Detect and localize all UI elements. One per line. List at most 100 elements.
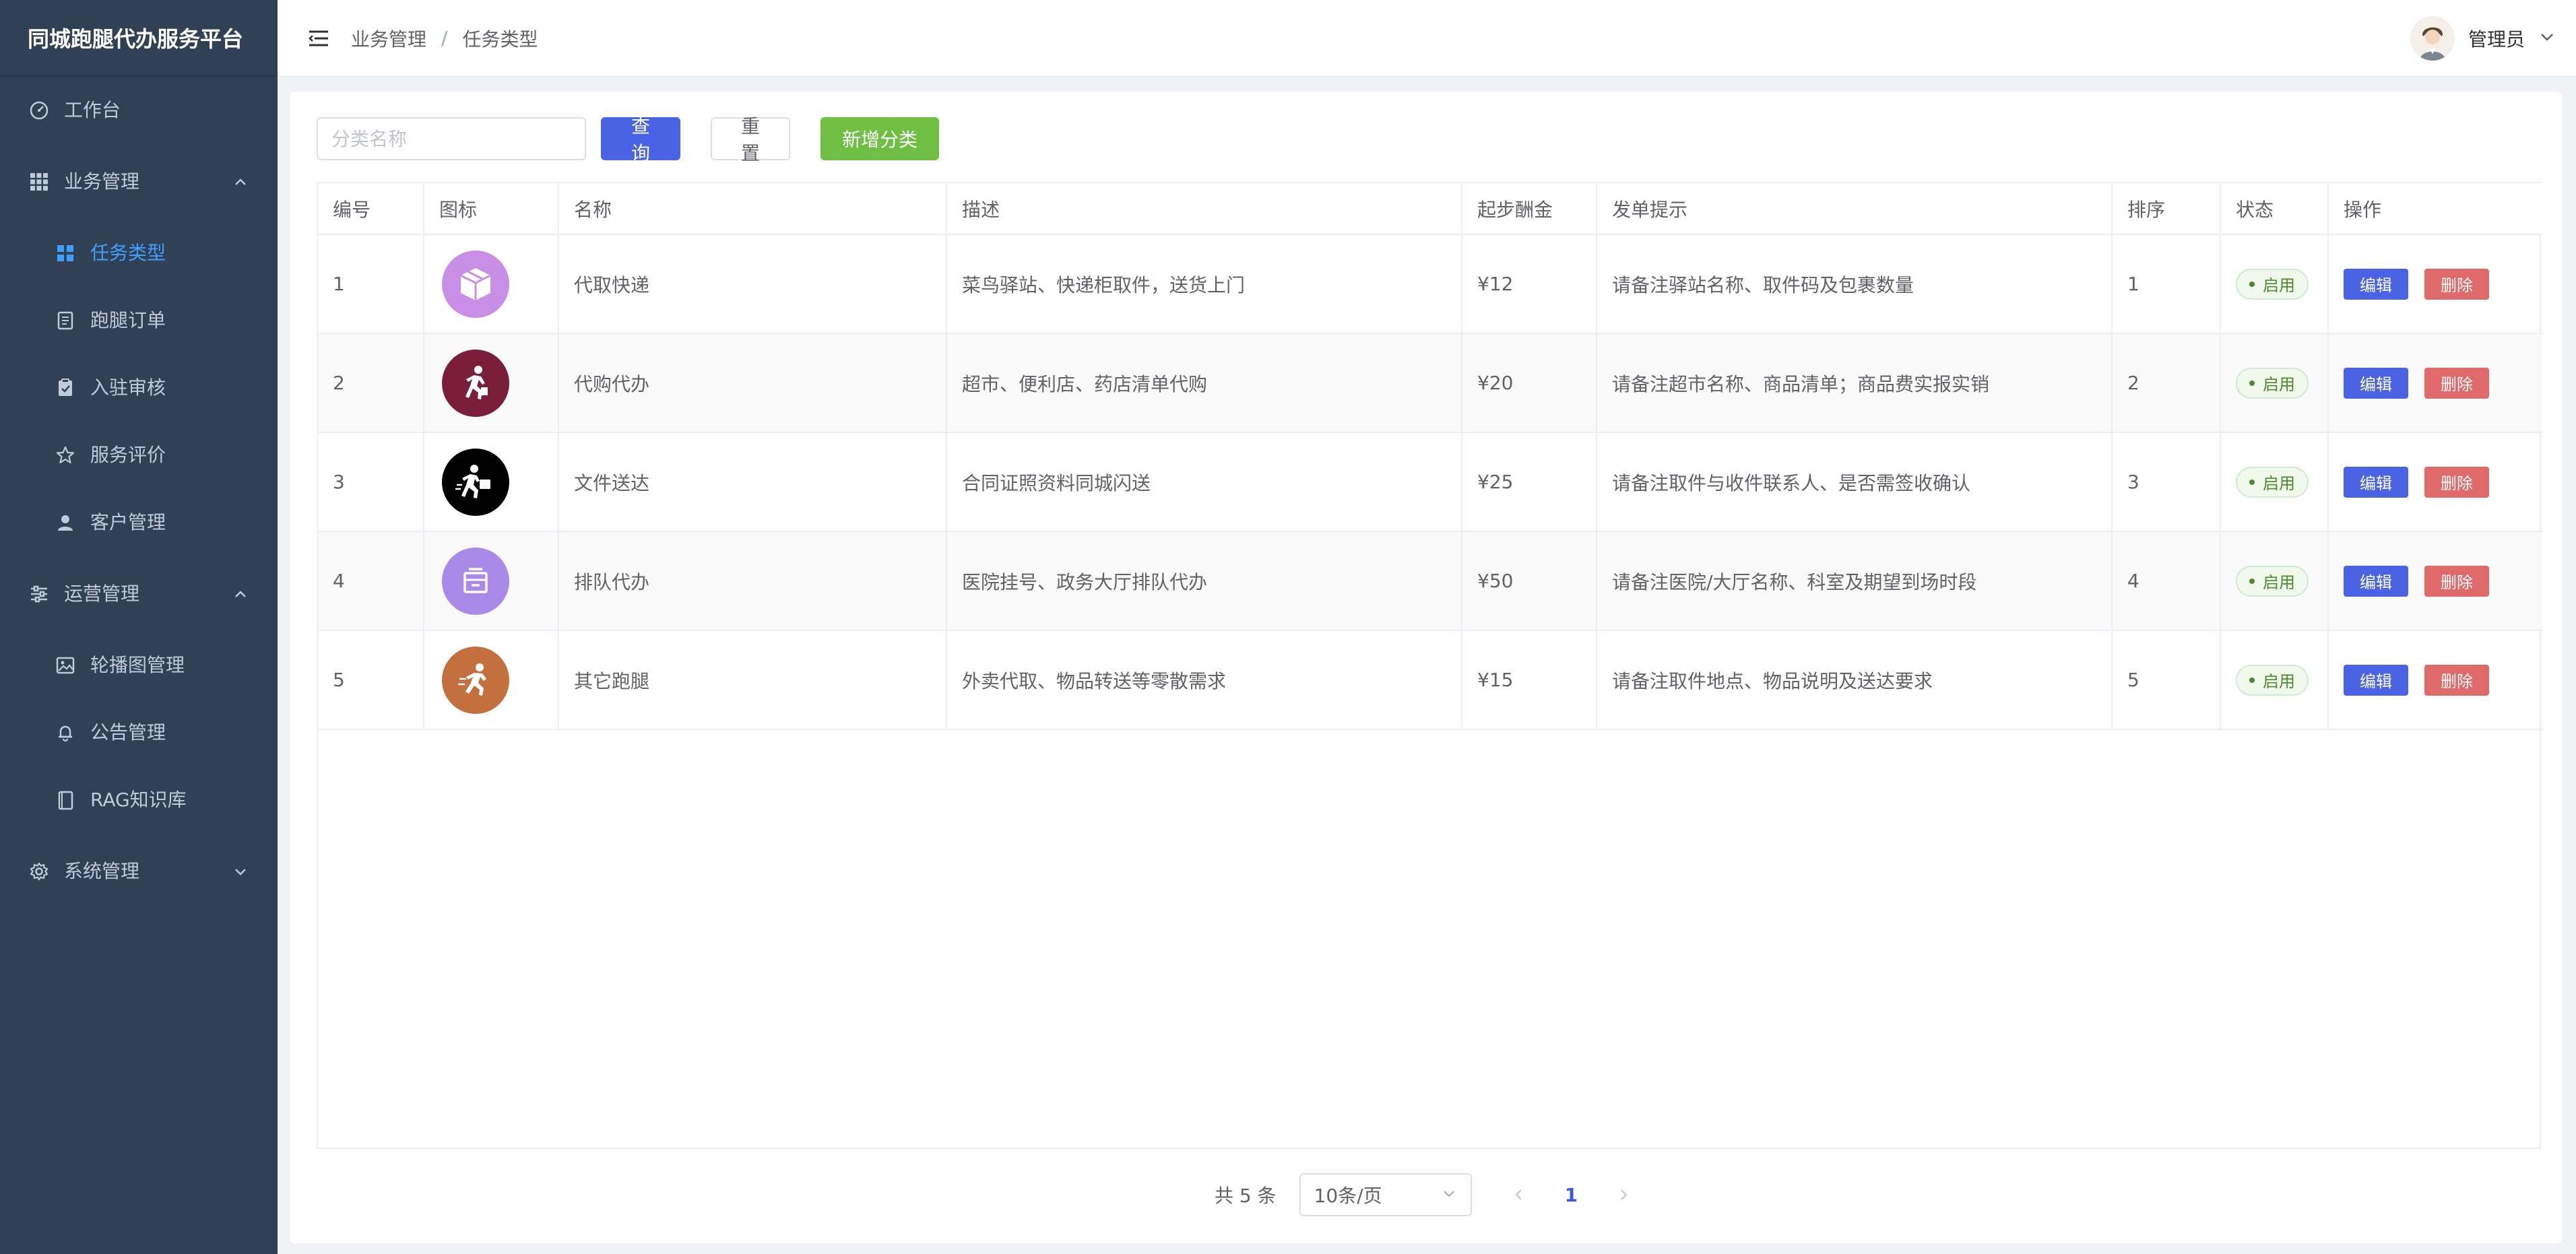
total-count: 共 5 条: [1214, 1185, 1277, 1207]
edit-button[interactable]: 编辑: [2344, 367, 2408, 399]
cell-tip: 请备注取件与收件联系人、是否需签收确认: [1597, 432, 2113, 532]
breadcrumb-item-current: 任务类型: [462, 28, 538, 51]
dashboard-icon: [28, 99, 51, 122]
sidebar-item-label: 入驻审核: [90, 376, 166, 399]
sidebar-item-evaluation[interactable]: 服务评价: [0, 422, 278, 489]
cell-status: 启用: [2220, 333, 2329, 433]
cell-icon: [424, 432, 559, 532]
cell-status: 启用: [2220, 432, 2329, 532]
cell-id: 4: [318, 531, 424, 631]
sidebar-item-label: 运营管理: [64, 583, 140, 605]
cell-fee: ¥50: [1462, 531, 1597, 631]
delete-button[interactable]: 删除: [2424, 565, 2489, 597]
cell-icon: [424, 630, 559, 730]
prev-page-icon[interactable]: [1506, 1181, 1533, 1208]
column-header: 状态: [2220, 183, 2329, 235]
star-icon: [54, 444, 77, 467]
sidebar-item-orders[interactable]: 跑腿订单: [0, 287, 278, 354]
delete-button[interactable]: 删除: [2424, 466, 2489, 498]
cell-fee: ¥15: [1462, 630, 1597, 730]
query-button[interactable]: 查询: [601, 115, 680, 164]
sidebar-item-rag[interactable]: RAG知识库: [0, 766, 278, 834]
delete-button[interactable]: 删除: [2424, 664, 2489, 696]
sidebar-item-label: 客户管理: [90, 511, 166, 533]
top-header: 业务管理 / 任务类型 管理员: [278, 0, 2576, 77]
cell-name: 排队代办: [558, 531, 947, 631]
edit-button[interactable]: 编辑: [2344, 664, 2408, 696]
pagination: 共 5 条 10条/页 1: [290, 1173, 2562, 1216]
cell-name: 其它跑腿: [558, 630, 947, 730]
sidebar-item-review[interactable]: 入驻审核: [0, 354, 278, 422]
cell-status: 启用: [2220, 234, 2329, 334]
sidebar-item-label: RAG知识库: [90, 789, 187, 811]
status-badge: 启用: [2236, 367, 2309, 399]
sliders-icon: [28, 583, 51, 605]
cell-sort: 3: [2112, 432, 2221, 532]
reset-button[interactable]: 重置: [711, 115, 790, 164]
cell-tip: 请备注驿站名称、取件码及包裹数量: [1597, 234, 2113, 334]
bell-icon: [54, 721, 77, 744]
cell-actions: 编辑 删除: [2328, 333, 2542, 433]
column-header: 描述: [946, 183, 1462, 235]
column-header: 操作: [2328, 183, 2542, 235]
sidebar-item-label: 服务评价: [90, 444, 166, 466]
sidebar-group-operations[interactable]: 运营管理: [0, 556, 278, 632]
task-type-table: 编号 图标 名称 描述 起步酬金 发单提示 排序 状态 操作 1 代取快递 菜鸟…: [317, 182, 2542, 1149]
cell-fee: ¥20: [1462, 333, 1597, 433]
column-header: 图标: [424, 183, 559, 235]
courier-icon: [442, 448, 509, 516]
page-size-value: 10条/页: [1314, 1185, 1382, 1207]
sidebar-group-system[interactable]: 系统管理: [0, 834, 278, 909]
cell-name: 代购代办: [558, 333, 947, 433]
app-title: 同城跑腿代办服务平台: [0, 0, 278, 77]
cell-description: 医院挂号、政务大厅排队代办: [946, 531, 1462, 631]
sidebar-item-banner[interactable]: 轮播图管理: [0, 632, 278, 699]
add-category-button[interactable]: 新增分类: [820, 117, 939, 160]
chevron-up-icon: [232, 585, 249, 603]
cell-description: 超市、便利店、药店清单代购: [946, 333, 1462, 433]
cell-id: 1: [318, 234, 424, 334]
cell-sort: 1: [2112, 234, 2221, 334]
cell-description: 外卖代取、物品转送等零散需求: [946, 630, 1462, 730]
status-badge: 启用: [2236, 268, 2309, 300]
sidebar-item-task-type[interactable]: 任务类型: [0, 220, 278, 287]
sidebar-item-label: 轮播图管理: [90, 654, 185, 676]
cell-description: 菜鸟驿站、快递柜取件，送货上门: [946, 234, 1462, 334]
sidebar-item-dashboard[interactable]: 工作台: [0, 77, 278, 144]
menu-toggle-icon[interactable]: [307, 26, 331, 51]
sidebar-item-label: 公告管理: [90, 721, 166, 744]
sidebar-item-notice[interactable]: 公告管理: [0, 699, 278, 766]
page-size-select[interactable]: 10条/页: [1299, 1173, 1472, 1216]
delete-button[interactable]: 删除: [2424, 367, 2489, 399]
cell-status: 启用: [2220, 630, 2329, 730]
cell-icon: [424, 333, 559, 433]
notebook-icon: [54, 789, 77, 812]
sidebar-item-label: 工作台: [64, 99, 121, 121]
breadcrumb-item-business[interactable]: 业务管理: [351, 25, 426, 52]
pager: 1: [1506, 1181, 1637, 1208]
next-page-icon[interactable]: [1610, 1181, 1637, 1208]
edit-button[interactable]: 编辑: [2344, 565, 2408, 597]
sidebar-item-customers[interactable]: 客户管理: [0, 489, 278, 556]
user-dropdown[interactable]: 管理员: [2410, 0, 2556, 77]
edit-button[interactable]: 编辑: [2344, 268, 2408, 300]
cell-actions: 编辑 删除: [2328, 531, 2542, 631]
document-icon: [54, 309, 77, 332]
category-icon: [54, 242, 77, 265]
edit-button[interactable]: 编辑: [2344, 466, 2408, 498]
sidebar-group-business[interactable]: 业务管理: [0, 144, 278, 220]
running-man-icon: [442, 646, 509, 714]
user-name: 管理员: [2468, 28, 2525, 51]
category-name-input[interactable]: [317, 117, 586, 160]
delete-button[interactable]: 删除: [2424, 268, 2489, 300]
user-icon: [54, 511, 77, 534]
chevron-up-icon: [232, 173, 249, 191]
page-number-current[interactable]: 1: [1565, 1184, 1578, 1206]
search-toolbar: 查询 重置 新增分类: [317, 115, 939, 164]
sidebar-item-label: 系统管理: [64, 860, 140, 882]
cell-sort: 5: [2112, 630, 2221, 730]
sidebar-item-label: 跑腿订单: [90, 309, 166, 331]
cell-sort: 4: [2112, 531, 2221, 631]
breadcrumb: 业务管理 / 任务类型: [351, 25, 538, 52]
cell-fee: ¥12: [1462, 234, 1597, 334]
